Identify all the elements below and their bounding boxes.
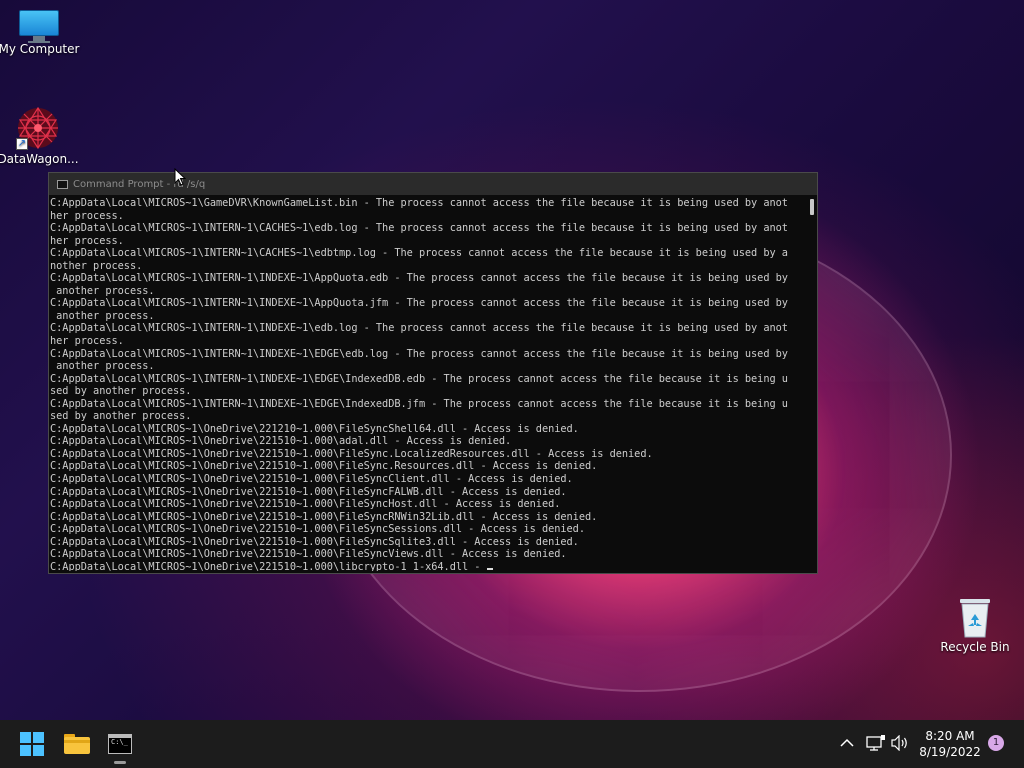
taskbar: C:\_ 8:20 AM 8/19/2022 1 xyxy=(0,720,1024,768)
volume-icon[interactable] xyxy=(891,735,909,751)
window-titlebar[interactable]: Command Prompt - rd /s/q xyxy=(49,173,817,195)
console-line: another process. xyxy=(50,284,155,297)
console-line: C:AppData\Local\MICROS~1\OneDrive\221510… xyxy=(50,460,598,473)
mouse-pointer-icon xyxy=(174,168,186,186)
console-line: C:AppData\Local\MICROS~1\INTERN~1\INDEXE… xyxy=(50,372,788,385)
console-line: C:AppData\Local\MICROS~1\OneDrive\221510… xyxy=(50,561,803,571)
desktop-icon-my-computer[interactable]: My Computer xyxy=(0,10,81,56)
console-line: C:AppData\Local\MICROS~1\OneDrive\221510… xyxy=(50,447,653,460)
console-line: C:AppData\Local\MICROS~1\OneDrive\221510… xyxy=(50,473,573,486)
console-line: C:AppData\Local\MICROS~1\INTERN~1\INDEXE… xyxy=(50,272,788,285)
desktop-icon-label: DataWagon... xyxy=(0,152,79,166)
console-line: sed by another process. xyxy=(50,385,192,398)
console-line: C:AppData\Local\MICROS~1\INTERN~1\INDEXE… xyxy=(50,297,788,310)
console-line: her process. xyxy=(50,209,124,222)
console-app-icon xyxy=(57,179,68,189)
console-line: nother process. xyxy=(50,259,143,272)
clock-time: 8:20 AM xyxy=(925,729,975,743)
file-explorer-button[interactable] xyxy=(56,724,96,764)
console-line: C:AppData\Local\MICROS~1\OneDrive\221510… xyxy=(50,523,585,536)
console-line: sed by another process. xyxy=(50,410,192,423)
console-line: C:AppData\Local\MICROS~1\OneDrive\221210… xyxy=(50,422,579,435)
active-app-indicator xyxy=(114,761,126,764)
command-prompt-taskbar-button[interactable]: C:\_ xyxy=(100,724,140,764)
terminal-icon: C:\_ xyxy=(108,734,132,754)
command-prompt-window[interactable]: Command Prompt - rd /s/q C:AppData\Local… xyxy=(48,172,818,574)
clock-date: 8/19/2022 xyxy=(919,745,981,759)
desktop-icon-label: My Computer xyxy=(0,42,80,56)
text-cursor xyxy=(486,567,493,570)
desktop-icon-datawagon[interactable]: ↗ DataWagon... xyxy=(0,106,80,166)
desktop-icon-label: Recycle Bin xyxy=(940,640,1010,654)
datawagon-icon: ↗ xyxy=(16,106,60,150)
system-clock[interactable]: 8:20 AM 8/19/2022 xyxy=(912,728,988,760)
console-line: her process. xyxy=(50,335,124,348)
console-line: C:AppData\Local\MICROS~1\OneDrive\221510… xyxy=(50,548,567,561)
console-line: C:AppData\Local\MICROS~1\INTERN~1\CACHES… xyxy=(50,247,788,260)
scrollbar-thumb[interactable] xyxy=(810,199,814,215)
console-line: C:AppData\Local\MICROS~1\OneDrive\221510… xyxy=(50,535,579,548)
folder-icon xyxy=(64,734,90,754)
console-line: C:AppData\Local\MICROS~1\INTERN~1\INDEXE… xyxy=(50,322,788,335)
network-icon[interactable] xyxy=(866,735,886,751)
notification-badge[interactable]: 1 xyxy=(988,735,1004,751)
console-line: C:AppData\Local\MICROS~1\OneDrive\221510… xyxy=(50,510,598,523)
desktop-icon-recycle-bin[interactable]: Recycle Bin xyxy=(933,596,1017,654)
console-line: her process. xyxy=(50,234,124,247)
console-line: C:AppData\Local\MICROS~1\OneDrive\221510… xyxy=(50,435,512,448)
console-line: C:AppData\Local\MICROS~1\GameDVR\KnownGa… xyxy=(50,197,788,209)
windows-logo-icon xyxy=(20,732,44,756)
console-line: another process. xyxy=(50,309,155,322)
start-button[interactable] xyxy=(12,724,52,764)
monitor-icon xyxy=(19,10,59,43)
console-line: C:AppData\Local\MICROS~1\OneDrive\221510… xyxy=(50,485,567,498)
console-line: C:AppData\Local\MICROS~1\INTERN~1\INDEXE… xyxy=(50,397,788,410)
console-line: C:AppData\Local\MICROS~1\OneDrive\221510… xyxy=(50,498,561,511)
console-line: C:AppData\Local\MICROS~1\INTERN~1\INDEXE… xyxy=(50,347,788,360)
recycle-bin-icon xyxy=(958,596,992,638)
console-line: C:AppData\Local\MICROS~1\INTERN~1\CACHES… xyxy=(50,222,788,235)
shortcut-arrow-icon: ↗ xyxy=(16,138,28,150)
chevron-up-icon[interactable] xyxy=(840,738,854,748)
console-output[interactable]: C:AppData\Local\MICROS~1\GameDVR\KnownGa… xyxy=(50,197,803,571)
console-line: another process. xyxy=(50,360,155,373)
